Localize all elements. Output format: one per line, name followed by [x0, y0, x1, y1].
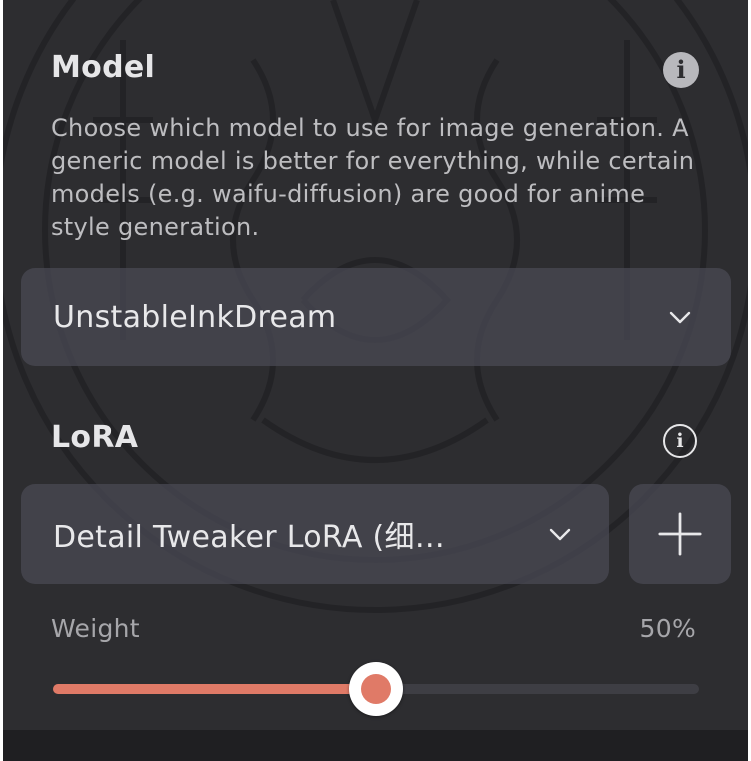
- weight-slider[interactable]: [53, 662, 699, 716]
- info-outline-icon[interactable]: i: [663, 424, 697, 458]
- weight-slider-fill: [53, 684, 376, 694]
- lora-select[interactable]: Detail Tweaker LoRA (细…: [21, 484, 609, 584]
- weight-slider-thumb[interactable]: [349, 662, 403, 716]
- plus-icon: [658, 512, 702, 556]
- add-lora-button[interactable]: [629, 484, 731, 584]
- weight-value: 50%: [639, 614, 696, 643]
- model-description: Choose which model to use for image gene…: [51, 114, 695, 241]
- model-select[interactable]: UnstableInkDream: [21, 268, 731, 366]
- lora-title: LoRA: [51, 420, 139, 455]
- model-title: Model: [51, 50, 156, 85]
- weight-label: Weight: [51, 614, 140, 643]
- info-filled-icon[interactable]: i: [663, 52, 699, 88]
- lora-select-value: Detail Tweaker LoRA (细…: [53, 520, 446, 555]
- settings-screen: Model i Choose which model to use for im…: [3, 0, 748, 761]
- bottom-bar: [3, 730, 748, 761]
- weight-slider-thumb-dot: [361, 674, 391, 704]
- model-select-value: UnstableInkDream: [53, 299, 337, 335]
- chevron-down-icon: [669, 311, 691, 324]
- chevron-down-icon: [549, 528, 571, 541]
